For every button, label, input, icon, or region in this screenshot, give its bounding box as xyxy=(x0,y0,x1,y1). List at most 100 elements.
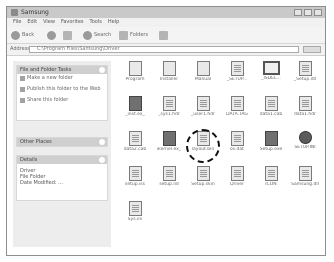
file-item[interactable]: _sys1.hdr xyxy=(153,96,185,118)
back-icon xyxy=(11,30,20,40)
file-name: _user1.hdr xyxy=(191,112,215,117)
file-item[interactable]: DATA.TAG xyxy=(221,96,253,118)
folders-button[interactable]: Folders xyxy=(119,30,148,40)
maximize-button[interactable] xyxy=(304,9,312,16)
file-item[interactable]: _SETUP... xyxy=(221,61,253,83)
document-icon xyxy=(298,96,312,111)
minimize-button[interactable] xyxy=(294,9,302,16)
document-icon xyxy=(230,166,244,181)
file-name: setup.lid xyxy=(159,182,179,187)
document-icon xyxy=(162,166,176,181)
file-item[interactable]: Installer xyxy=(153,61,185,83)
folder-icon xyxy=(196,61,210,76)
folder-icon xyxy=(11,9,18,16)
close-button[interactable] xyxy=(314,9,322,16)
chevron-up-icon[interactable] xyxy=(99,67,105,73)
file-name: setup.iss xyxy=(125,182,145,187)
menu-tools[interactable]: Tools xyxy=(90,18,102,27)
file-item[interactable]: Program xyxy=(119,61,151,83)
menu-view[interactable]: View xyxy=(43,18,55,27)
share-icon xyxy=(20,97,25,103)
file-item[interactable]: _Setup.dll xyxy=(289,61,321,83)
file-item[interactable]: Sys.ini xyxy=(119,201,151,223)
file-name: data1.hdr xyxy=(294,112,316,117)
document-icon xyxy=(264,166,278,181)
task-pane: File and Folder Tasks Make a new folder … xyxy=(13,61,111,247)
detail-date: Date Modified: ... xyxy=(20,180,63,186)
views-button[interactable] xyxy=(159,30,168,40)
menu-file[interactable]: File xyxy=(13,18,21,27)
file-item[interactable]: ikernel.ex_ xyxy=(153,131,185,153)
document-icon xyxy=(230,96,244,111)
file-name: Samsung.dll xyxy=(291,182,319,187)
file-name: Setup.skin xyxy=(191,182,215,187)
folder-icon xyxy=(128,61,142,76)
menu-help[interactable]: Help xyxy=(108,18,119,27)
new-folder-icon xyxy=(20,75,25,81)
back-button[interactable]: Back xyxy=(11,30,34,40)
file-item[interactable]: Setup.exe xyxy=(255,131,287,153)
document-icon xyxy=(230,131,244,146)
file-list: Program Installer Manual _SETUP... _ISDEL...… xyxy=(115,57,321,253)
file-item[interactable]: Driver xyxy=(221,166,253,188)
file-item[interactable]: Manual xyxy=(187,61,219,83)
address-label: Address xyxy=(10,46,30,52)
file-name: _SETUP... xyxy=(226,77,248,82)
file-item[interactable]: setup.lid xyxy=(153,166,185,188)
file-item[interactable]: SETUP.INI xyxy=(289,131,321,151)
file-item[interactable]: Samsung.dll xyxy=(289,166,321,188)
document-icon xyxy=(230,61,244,76)
file-name: data2.cab xyxy=(123,147,147,152)
search-icon xyxy=(83,30,92,40)
file-name: Sys.ini xyxy=(127,217,143,222)
file-item[interactable]: ICON xyxy=(255,166,287,188)
up-button[interactable] xyxy=(63,30,72,40)
file-name: ikernel.ex_ xyxy=(156,147,182,152)
views-icon xyxy=(159,30,168,40)
file-item[interactable]: data1.cab xyxy=(255,96,287,118)
file-item[interactable]: data1.hdr xyxy=(289,96,321,118)
file-item[interactable]: _user1.hdr xyxy=(187,96,219,118)
file-item[interactable]: _ISDEL... xyxy=(255,61,287,82)
menu-bar: File Edit View Favorites Tools Help xyxy=(7,18,325,27)
task-share[interactable]: Share this folder xyxy=(17,96,107,104)
document-icon xyxy=(162,96,176,111)
file-item[interactable]: os.dat xyxy=(221,131,253,153)
document-icon xyxy=(298,166,312,181)
task-new-folder[interactable]: Make a new folder xyxy=(17,74,107,82)
panel-header[interactable]: File and Folder Tasks xyxy=(17,66,107,74)
file-name: os.dat xyxy=(230,147,244,152)
file-folder-tasks-panel: File and Folder Tasks Make a new folder … xyxy=(16,65,108,121)
explorer-window: Samsung File Edit View Favorites Tools H… xyxy=(6,6,326,256)
file-item[interactable]: data2.cab xyxy=(119,131,151,153)
forward-button[interactable] xyxy=(47,30,56,40)
file-item[interactable]: setup.iss xyxy=(119,166,151,188)
document-icon xyxy=(128,201,142,216)
folder-up-icon xyxy=(63,30,72,40)
installer-icon xyxy=(128,96,142,111)
task-publish[interactable]: Publish this folder to the Web xyxy=(17,82,107,96)
file-name: Installer xyxy=(159,77,179,82)
menu-edit[interactable]: Edit xyxy=(27,18,37,27)
file-name: SETUP.INI xyxy=(294,145,316,150)
file-name: _inst.ex_ xyxy=(125,112,145,117)
file-item[interactable]: Setup.skin xyxy=(187,166,219,188)
chevron-down-icon[interactable] xyxy=(99,139,105,145)
search-button[interactable]: Search xyxy=(83,30,111,40)
file-name: Setup.exe xyxy=(259,147,283,152)
forward-icon xyxy=(47,30,56,40)
chevron-up-icon[interactable] xyxy=(99,157,105,163)
file-name: Driver xyxy=(230,182,244,187)
document-icon xyxy=(196,96,210,111)
file-item[interactable]: _inst.ex_ xyxy=(119,96,151,118)
panel-header[interactable]: Other Places xyxy=(17,138,107,146)
details-panel: Details Driver File Folder Date Modified… xyxy=(16,155,108,201)
file-name: Program xyxy=(125,77,145,82)
file-name: _Setup.dll xyxy=(293,77,317,82)
menu-favorites[interactable]: Favorites xyxy=(61,18,84,27)
go-button[interactable] xyxy=(303,46,321,53)
globe-icon xyxy=(20,86,25,92)
setup-icon xyxy=(264,131,278,146)
panel-header[interactable]: Details xyxy=(17,156,107,164)
file-name: _ISDEL... xyxy=(261,76,281,81)
